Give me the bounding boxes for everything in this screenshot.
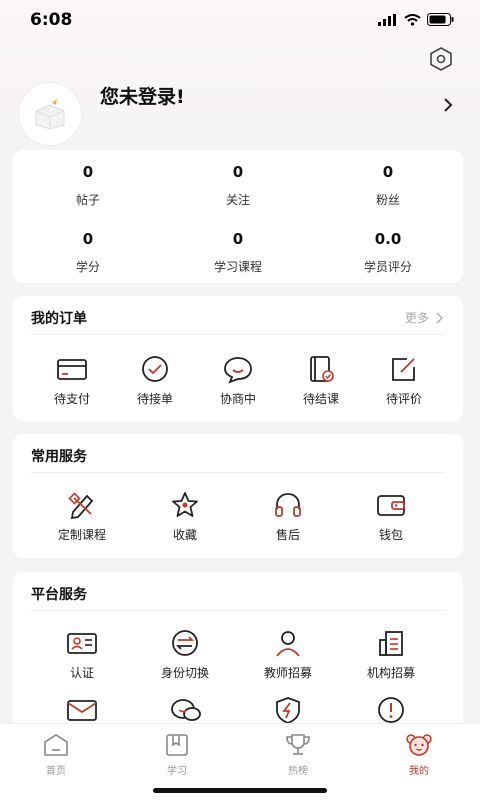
tab-study[interactable]: 学习 xyxy=(137,732,217,777)
stat-label: 粉丝 xyxy=(375,193,400,207)
divider xyxy=(31,610,445,611)
platform-teacher-recruit[interactable]: 教师招募 xyxy=(238,628,338,681)
item-label: 收藏 xyxy=(172,528,197,542)
chevron-right-icon xyxy=(436,312,443,323)
bear-icon xyxy=(406,734,432,756)
stats-card: 0 帖子 0 关注 0 粉丝 0 学分 0 学习课程 0.0 学员评分 xyxy=(13,150,463,283)
tab-label: 我的 xyxy=(409,766,429,777)
stat-credits[interactable]: 0 学分 xyxy=(13,230,163,275)
orders-card: 我的订单 更多 待支付 待接单 协商中 待结课 待评价 xyxy=(13,296,463,421)
platform-title: 平台服务 xyxy=(31,587,87,603)
item-label: 身份切换 xyxy=(160,666,209,680)
service-after-sales[interactable]: 售后 xyxy=(238,490,338,543)
stat-value: 0.0 xyxy=(374,230,402,248)
switch-icon xyxy=(172,630,198,656)
stat-label: 学分 xyxy=(75,260,100,274)
tab-label: 学习 xyxy=(167,766,187,777)
stat-posts[interactable]: 0 帖子 xyxy=(13,163,163,208)
signal-icon xyxy=(378,13,396,26)
shield-icon xyxy=(276,697,300,724)
item-label: 教师招募 xyxy=(263,666,312,680)
tab-label: 热榜 xyxy=(288,766,308,777)
platform-chat[interactable] xyxy=(135,695,235,725)
edit-icon xyxy=(392,358,415,381)
person-icon xyxy=(276,631,300,657)
platform-identity-switch[interactable]: 身份切换 xyxy=(135,628,235,681)
stat-value: 0 xyxy=(82,163,94,181)
wifi-icon xyxy=(404,13,421,26)
service-wallet[interactable]: 钱包 xyxy=(341,490,441,543)
stat-label: 学员评分 xyxy=(363,260,412,274)
stat-value: 0 xyxy=(82,230,94,248)
id-card-icon xyxy=(67,633,97,654)
stat-following[interactable]: 0 关注 xyxy=(163,163,313,208)
study-book-icon xyxy=(166,734,188,756)
chevron-right-icon[interactable] xyxy=(440,96,456,114)
service-custom-course[interactable]: 定制课程 xyxy=(32,490,132,543)
platform-certification[interactable]: 认证 xyxy=(32,628,132,681)
service-favorites[interactable]: 收藏 xyxy=(135,490,235,543)
platform-institution-recruit[interactable]: 机构招募 xyxy=(341,628,441,681)
star-icon xyxy=(172,492,198,517)
status-time: 6:08 xyxy=(30,10,73,30)
order-pending-review[interactable]: 待评价 xyxy=(354,354,454,407)
stat-label: 学习课程 xyxy=(213,260,262,274)
platform-report[interactable] xyxy=(341,695,441,725)
login-prompt[interactable]: 您未登录! xyxy=(100,82,185,109)
platform-security[interactable] xyxy=(238,695,338,725)
alert-icon xyxy=(378,697,404,723)
headphones-icon xyxy=(275,493,301,517)
tab-label: 首页 xyxy=(46,766,66,777)
services-card: 常用服务 定制课程 收藏 售后 钱包 xyxy=(13,434,463,558)
avatar[interactable] xyxy=(18,82,82,146)
tab-hot[interactable]: 热榜 xyxy=(258,732,338,777)
tab-mine[interactable]: 我的 xyxy=(379,732,459,777)
home-indicator xyxy=(153,788,327,793)
item-label: 售后 xyxy=(275,528,300,542)
orders-more-link[interactable]: 更多 xyxy=(405,309,443,326)
wallet-icon xyxy=(377,495,405,516)
card-icon xyxy=(57,359,87,380)
orders-title: 我的订单 xyxy=(31,311,87,327)
stat-rating[interactable]: 0.0 学员评分 xyxy=(313,230,463,275)
status-icons xyxy=(378,13,454,26)
stat-value: 0 xyxy=(232,230,244,248)
platform-mail[interactable] xyxy=(32,695,132,725)
battery-icon xyxy=(427,13,454,26)
mail-icon xyxy=(67,700,97,721)
trophy-icon xyxy=(286,734,310,755)
chat-bubble-icon xyxy=(224,357,252,384)
pencil-ruler-icon xyxy=(68,492,94,520)
home-icon xyxy=(44,734,68,756)
building-icon xyxy=(379,631,403,656)
stat-value: 0 xyxy=(232,163,244,181)
chat-icon xyxy=(171,699,201,721)
divider xyxy=(31,472,445,473)
tab-home[interactable]: 首页 xyxy=(16,732,96,777)
book-check-icon xyxy=(310,356,334,382)
settings-hexagon-icon[interactable] xyxy=(428,46,454,72)
stat-fans[interactable]: 0 粉丝 xyxy=(313,163,463,208)
services-title: 常用服务 xyxy=(31,449,87,465)
divider xyxy=(31,334,445,335)
item-label: 认证 xyxy=(69,666,94,680)
check-circle-icon xyxy=(142,356,168,382)
item-label: 定制课程 xyxy=(57,528,106,542)
item-label: 钱包 xyxy=(378,528,403,542)
avatar-box-icon xyxy=(35,99,65,130)
item-label: 机构招募 xyxy=(366,666,415,680)
item-label: 待评价 xyxy=(385,392,422,406)
platform-card: 平台服务 认证 身份切换 教师招募 机构招募 xyxy=(13,572,463,732)
stat-value: 0 xyxy=(382,163,394,181)
stat-label: 帖子 xyxy=(75,193,100,207)
more-label: 更多 xyxy=(404,311,429,325)
stat-courses[interactable]: 0 学习课程 xyxy=(163,230,313,275)
stat-label: 关注 xyxy=(225,193,250,207)
status-bar: 6:08 xyxy=(0,0,480,42)
